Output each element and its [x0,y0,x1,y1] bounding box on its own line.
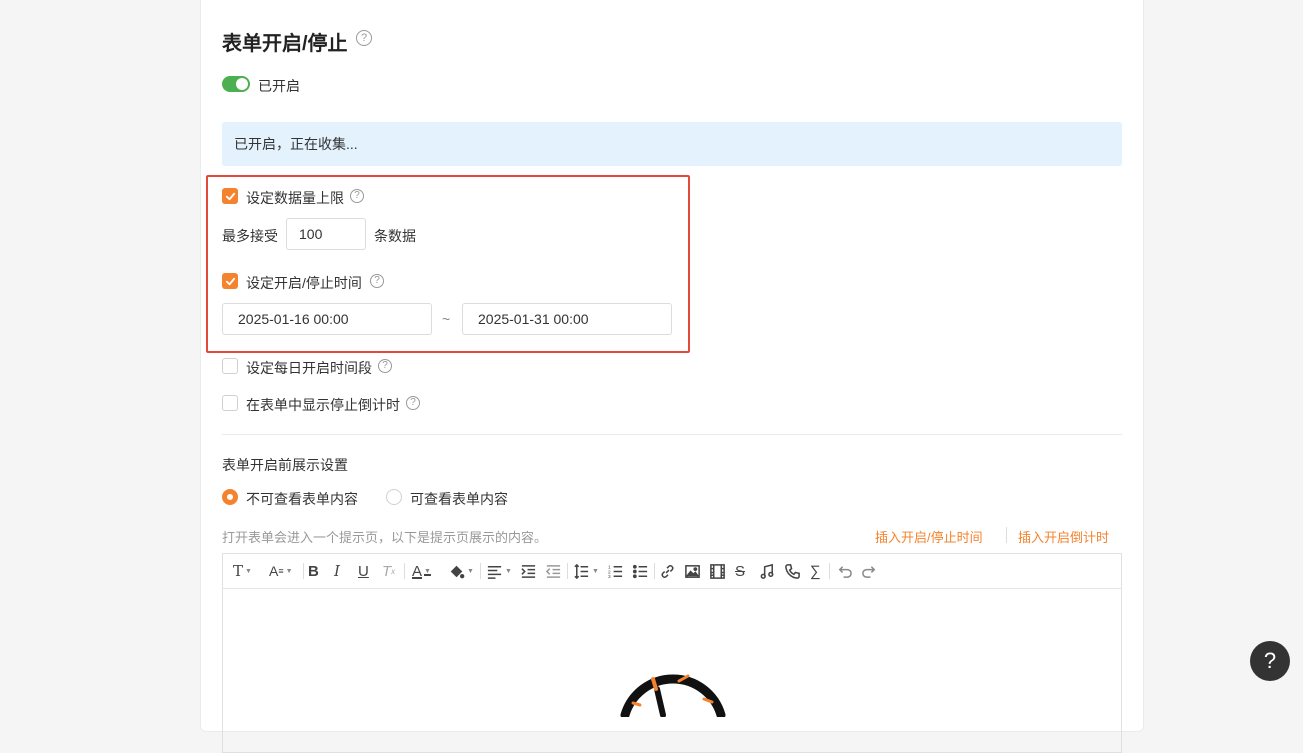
strikethrough-icon[interactable]: S [735,562,745,580]
max-accept-input[interactable]: 100 [286,218,366,250]
link-separator [1006,527,1007,543]
section-divider [222,434,1122,435]
unordered-list-icon[interactable] [632,562,649,580]
phone-icon[interactable] [784,562,801,580]
video-icon[interactable] [709,562,726,580]
ordered-list-icon[interactable]: 123 [607,562,624,580]
page-title: 表单开启/停止 [222,33,348,55]
start-time-input[interactable]: 2025-01-16 00:00 [222,303,432,335]
check-icon [225,192,235,200]
rich-text-editor[interactable]: T ▼ A ≡ ▼ B I U Tx A ▼ ▼ ▼ ▼ 1 2 3 S ∑ [222,553,1122,753]
toolbar-separator [829,563,830,579]
radio-show-content-label: 可查看表单内容 [410,491,508,507]
radio-show-content[interactable] [386,489,402,505]
toolbar-separator [567,563,568,579]
italic-icon[interactable]: I [334,562,340,580]
help-button[interactable]: ? [1250,641,1290,681]
max-accept-prefix: 最多接受 [222,228,278,244]
toolbar-separator [480,563,481,579]
form-open-toggle[interactable] [222,76,250,92]
image-icon[interactable] [684,562,701,580]
editor-toolbar: T ▼ A ≡ ▼ B I U Tx A ▼ ▼ ▼ ▼ 1 2 3 S ∑ [223,554,1121,589]
formula-icon[interactable]: ∑ [810,562,821,580]
data-limit-help-icon[interactable]: ? [350,189,364,203]
radio-hide-content[interactable] [222,489,238,505]
bold-icon[interactable]: B [308,562,319,580]
underline-icon[interactable]: U [358,562,369,580]
outdent-icon[interactable] [545,562,562,580]
undo-icon[interactable] [836,562,853,580]
redo-icon[interactable] [861,562,878,580]
line-height-icon[interactable]: ▼ [573,562,599,580]
countdown-help-icon[interactable]: ? [406,396,420,410]
countdown-label: 在表单中显示停止倒计时 [246,397,400,413]
clock-illustration [620,674,726,717]
background-color-icon[interactable]: ▼ [448,562,474,580]
daily-period-checkbox[interactable] [222,358,238,374]
countdown-checkbox[interactable] [222,395,238,411]
end-time-input[interactable]: 2025-01-31 00:00 [462,303,672,335]
status-banner: 已开启，正在收集... [222,122,1122,166]
time-range-label: 设定开启/停止时间 [246,275,362,291]
audio-icon[interactable] [759,562,776,580]
clear-format-icon[interactable]: Tx [382,562,395,580]
toggle-label: 已开启 [258,78,300,94]
title-help-icon[interactable]: ? [356,30,372,46]
time-range-checkbox[interactable] [222,273,238,289]
daily-period-help-icon[interactable]: ? [378,359,392,373]
check-icon [225,277,235,285]
daily-period-label: 设定每日开启时间段 [246,360,372,376]
radio-hide-content-label: 不可查看表单内容 [246,491,358,507]
align-icon[interactable]: ▼ [486,562,512,580]
font-color-icon[interactable]: A ▼ [412,562,431,580]
toolbar-separator [654,563,655,579]
insert-countdown-link[interactable]: 插入开启倒计时 [1018,527,1109,546]
max-accept-suffix: 条数据 [374,228,416,244]
indent-icon[interactable] [520,562,537,580]
link-icon[interactable] [659,562,676,580]
data-limit-checkbox[interactable] [222,188,238,204]
range-separator: ~ [442,311,451,327]
settings-card: 表单开启/停止 ? 已开启 已开启，正在收集... 设定数据量上限 ? 最多接受… [200,0,1144,753]
toolbar-separator [404,563,405,579]
font-style-icon[interactable]: A ≡ ▼ [269,562,293,580]
insert-time-link[interactable]: 插入开启/停止时间 [875,527,983,546]
hint-text: 打开表单会进入一个提示页，以下是提示页展示的内容。 [222,530,548,545]
pre-open-heading: 表单开启前展示设置 [222,457,348,473]
svg-text:3: 3 [608,574,611,580]
time-range-help-icon[interactable]: ? [370,274,384,288]
toolbar-separator [303,563,304,579]
data-limit-label: 设定数据量上限 [246,190,344,206]
font-size-icon[interactable]: T ▼ [233,562,252,580]
